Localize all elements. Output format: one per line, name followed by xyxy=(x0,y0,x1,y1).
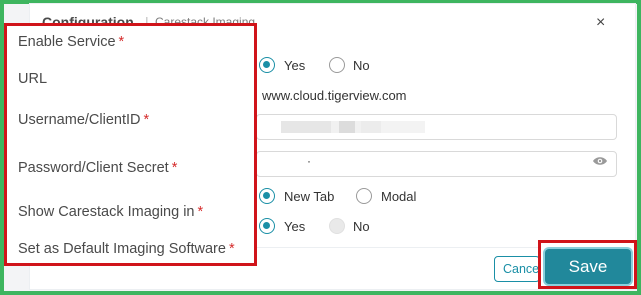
required-mark: * xyxy=(171,160,178,176)
redacted-text xyxy=(281,121,331,133)
show-in-modal-label: Modal xyxy=(381,189,417,204)
close-icon[interactable]: × xyxy=(596,14,605,32)
show-in-new-tab-radio[interactable] xyxy=(259,188,275,204)
redacted-text xyxy=(361,121,381,133)
password-label: Password/Client Secret * xyxy=(18,160,178,176)
redacted-text xyxy=(339,121,355,133)
enable-service-label: Enable Service * xyxy=(18,34,125,50)
show-in-label: Show Carestack Imaging in * xyxy=(18,204,204,220)
redacted-text xyxy=(381,121,425,133)
default-software-no-label: No xyxy=(353,219,370,234)
required-mark: * xyxy=(143,112,150,128)
username-label: Username/ClientID * xyxy=(18,112,150,128)
default-software-yes-radio[interactable] xyxy=(259,218,275,234)
url-label: URL xyxy=(18,71,48,87)
required-mark: * xyxy=(197,204,204,220)
field-labels-panel: Enable Service * URL Username/ClientID * P… xyxy=(4,23,257,266)
default-software-no-radio[interactable] xyxy=(329,218,345,234)
eye-icon[interactable] xyxy=(592,155,608,167)
enable-service-yes-radio[interactable] xyxy=(259,57,275,73)
show-in-modal-radio[interactable] xyxy=(356,188,372,204)
username-input[interactable] xyxy=(256,114,617,140)
default-software-yes-label: Yes xyxy=(284,219,306,234)
required-mark: * xyxy=(228,241,235,257)
password-value: · xyxy=(307,154,311,168)
default-software-label: Set as Default Imaging Software * xyxy=(18,241,235,257)
enable-service-no-label: No xyxy=(353,58,370,73)
enable-service-no-radio[interactable] xyxy=(329,57,345,73)
url-value: www.cloud.tigerview.com xyxy=(262,88,407,103)
show-in-new-tab-label: New Tab xyxy=(284,189,335,204)
save-button[interactable]: Save xyxy=(545,249,631,284)
cancel-button[interactable]: Cancel xyxy=(494,256,540,282)
enable-service-yes-label: Yes xyxy=(284,58,306,73)
required-mark: * xyxy=(118,34,125,50)
